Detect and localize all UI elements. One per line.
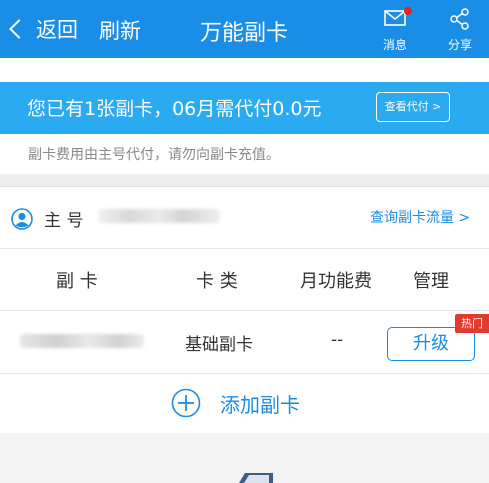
main-number-row: 主 号 查询副卡流量 > bbox=[0, 187, 489, 249]
card-type-cell: 基础副卡 bbox=[185, 335, 253, 355]
message-button[interactable]: 消息 bbox=[378, 4, 412, 54]
chevron-left-icon bbox=[9, 19, 29, 39]
envelope-icon bbox=[384, 10, 406, 26]
plus-circle-icon bbox=[171, 388, 201, 418]
unread-dot bbox=[404, 7, 412, 15]
notice-text: 副卡费用由主号代付，请勿向副卡充值。 bbox=[28, 147, 280, 163]
share-button[interactable]: 分享 bbox=[442, 4, 478, 54]
view-payment-button[interactable]: 查看代付 > bbox=[376, 92, 450, 122]
user-icon bbox=[11, 208, 33, 230]
spacer-strip bbox=[0, 58, 489, 82]
query-traffic-link[interactable]: 查询副卡流量 > bbox=[370, 207, 470, 227]
masked-main-number bbox=[98, 209, 220, 223]
table-row: 基础副卡 -- 升级 热门 bbox=[0, 311, 489, 374]
bottom-area bbox=[0, 433, 489, 483]
hot-badge: 热门 bbox=[455, 314, 489, 333]
sim-card-illustration bbox=[239, 473, 273, 483]
sub-card-panel: 主 号 查询副卡流量 > 副 卡 卡 类 月功能费 管理 基础副卡 -- 升级 … bbox=[0, 186, 489, 433]
header-sub-card: 副 卡 bbox=[56, 271, 98, 292]
banner-text: 您已有1张副卡，06月需代付0.0元 bbox=[27, 98, 322, 120]
payment-banner: 您已有1张副卡，06月需代付0.0元 查看代付 > bbox=[0, 82, 489, 134]
back-label: 返回 bbox=[36, 18, 78, 42]
add-sub-card-label: 添加副卡 bbox=[220, 393, 300, 417]
notice-bar: 副卡费用由主号代付，请勿向副卡充值。 bbox=[0, 134, 489, 174]
add-sub-card-button[interactable]: 添加副卡 bbox=[0, 374, 489, 432]
main-number-label: 主 号 bbox=[44, 211, 84, 231]
back-button[interactable]: 返回 bbox=[6, 12, 78, 46]
table-header: 副 卡 卡 类 月功能费 管理 bbox=[0, 249, 489, 311]
header-manage: 管理 bbox=[413, 271, 449, 292]
header-card-type: 卡 类 bbox=[196, 271, 238, 292]
top-bar: 返回 刷新 万能副卡 消息 分享 bbox=[0, 0, 489, 58]
refresh-button[interactable]: 刷新 bbox=[99, 15, 141, 45]
monthly-fee-cell: -- bbox=[331, 330, 344, 350]
share-label: 分享 bbox=[447, 38, 472, 52]
message-label: 消息 bbox=[382, 38, 407, 52]
header-monthly-fee: 月功能费 bbox=[300, 271, 372, 292]
masked-sub-number bbox=[20, 334, 144, 348]
page-title: 万能副卡 bbox=[200, 21, 289, 46]
share-icon bbox=[450, 8, 469, 30]
